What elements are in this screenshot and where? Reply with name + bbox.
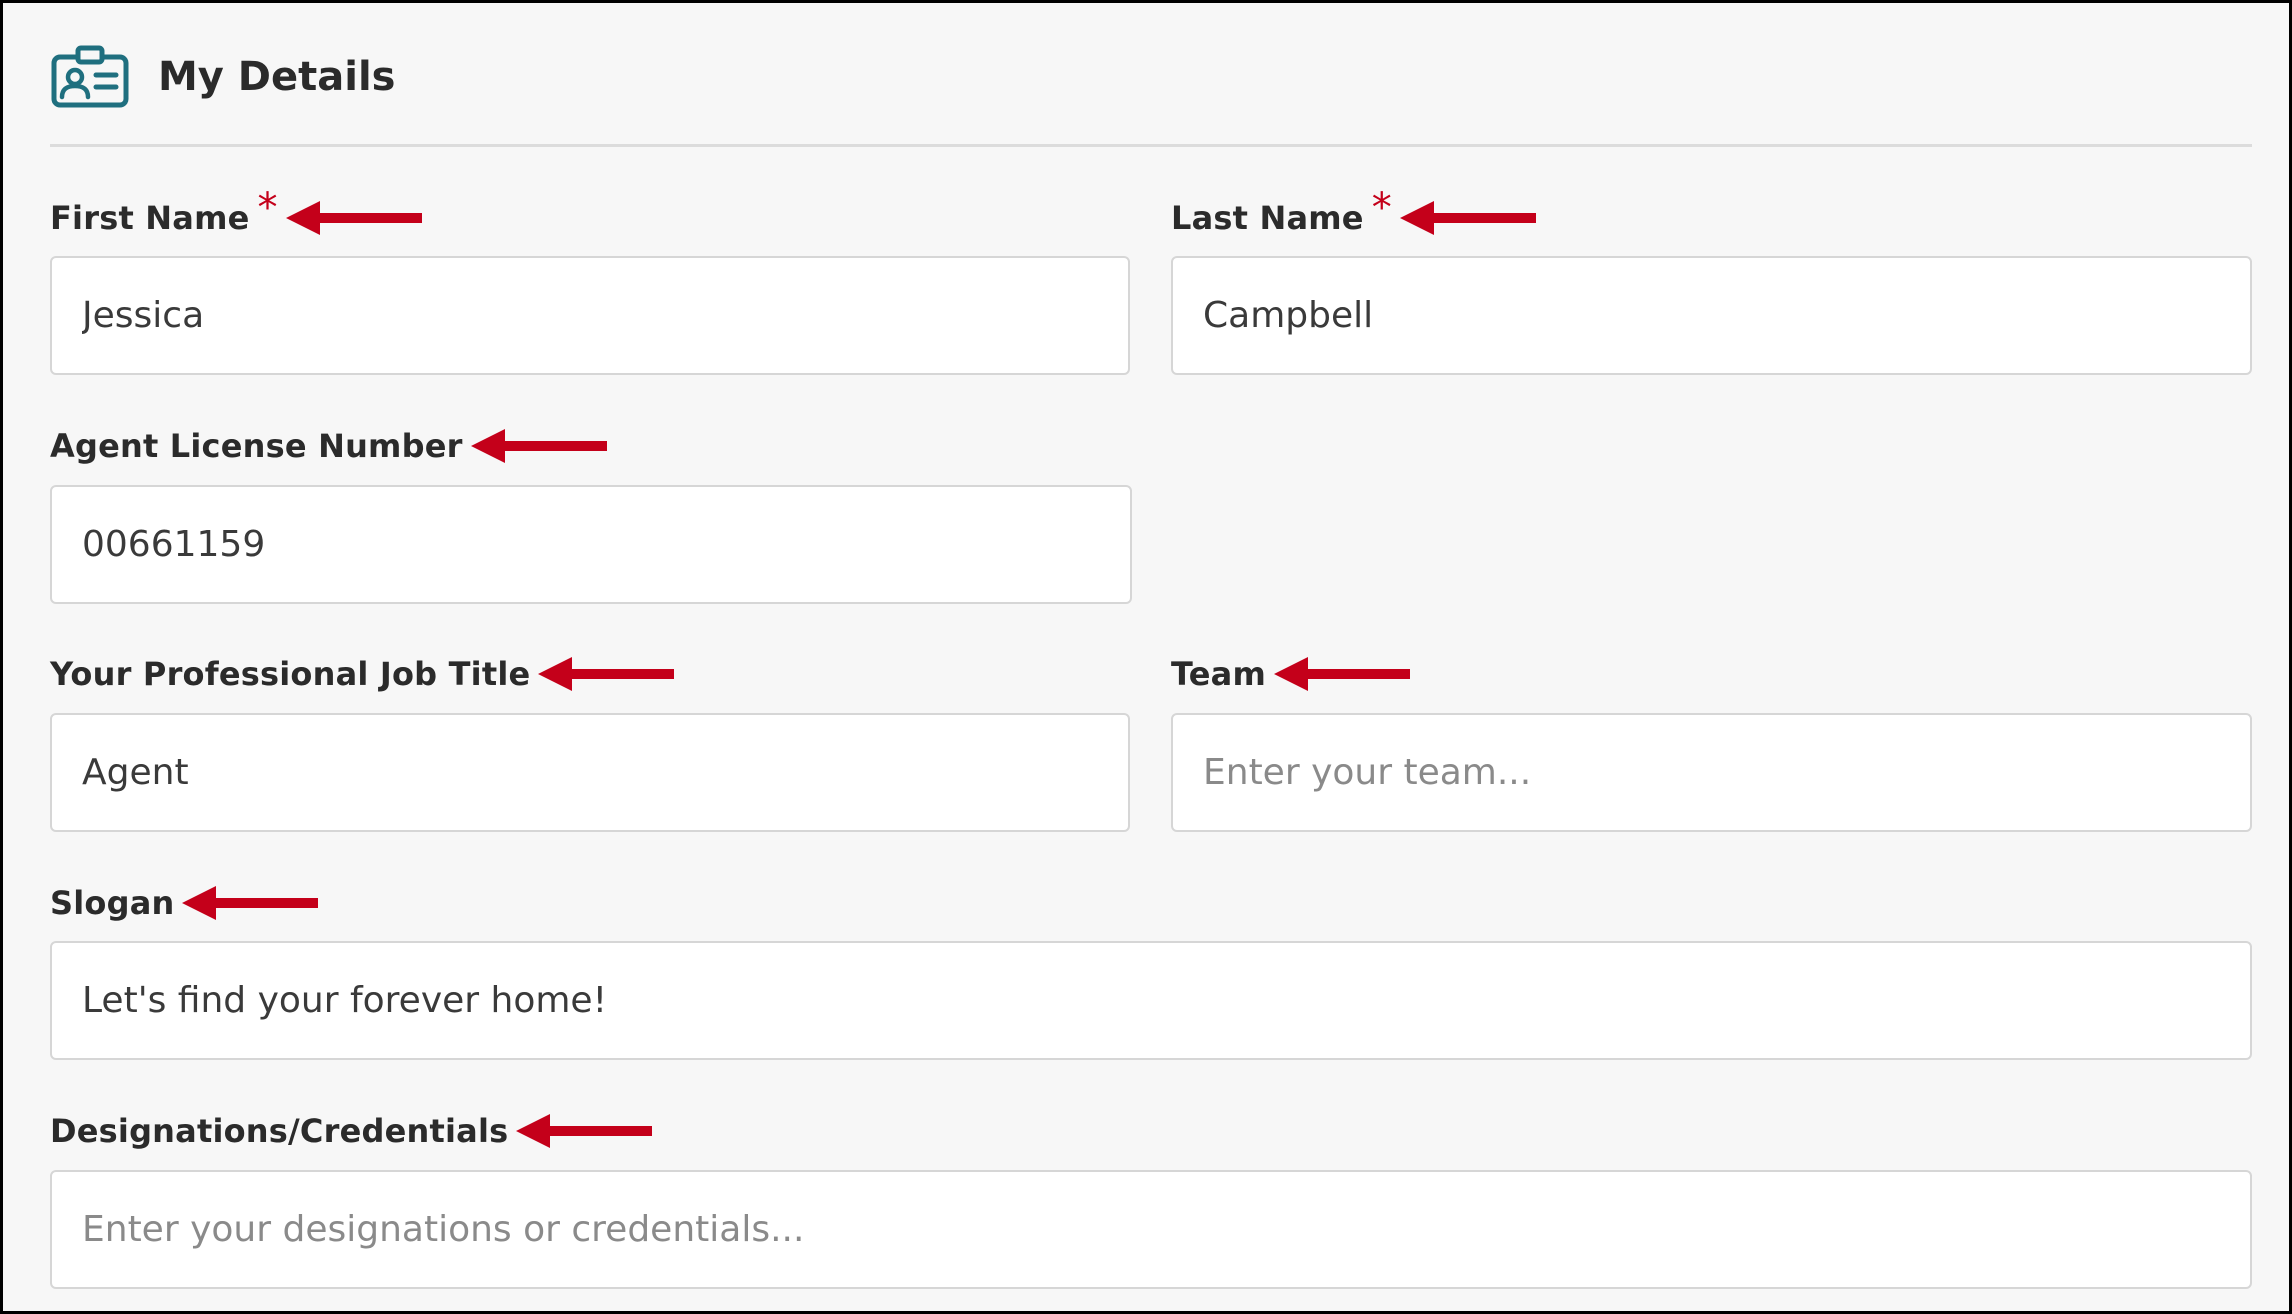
slogan-field[interactable] — [50, 941, 2252, 1060]
designations-field[interactable] — [50, 1170, 2252, 1289]
annotation-arrow-icon — [285, 201, 422, 235]
my-details-panel: My Details First Name * Last Name * Agen… — [0, 0, 2292, 1314]
page-title: My Details — [158, 54, 396, 100]
annotation-arrow-icon — [182, 886, 319, 920]
license-number-field[interactable] — [50, 485, 1132, 604]
last-name-field[interactable] — [1171, 256, 2252, 375]
team-field[interactable] — [1171, 713, 2252, 832]
license-number-input[interactable] — [82, 524, 1100, 565]
first-name-input[interactable] — [82, 295, 1098, 336]
first-name-label-row: First Name * — [50, 185, 422, 243]
designations-input[interactable] — [82, 1209, 2220, 1250]
required-asterisk: * — [1371, 185, 1392, 231]
annotation-arrow-icon — [538, 657, 675, 691]
id-badge-icon — [51, 45, 129, 108]
last-name-label-row: Last Name * — [1171, 185, 1536, 243]
designations-label: Designations/Credentials — [50, 1112, 509, 1150]
slogan-input[interactable] — [82, 980, 2220, 1021]
annotation-arrow-icon — [516, 1114, 653, 1148]
job-title-label: Your Professional Job Title — [50, 655, 531, 693]
first-name-label: First Name — [50, 199, 250, 237]
annotation-arrow-icon — [1274, 657, 1411, 691]
designations-label-row: Designations/Credentials — [50, 1106, 653, 1156]
license-label: Agent License Number — [50, 427, 463, 465]
last-name-input[interactable] — [1203, 295, 2220, 336]
header-divider — [50, 144, 2252, 147]
team-label-row: Team — [1171, 649, 1411, 699]
team-input[interactable] — [1203, 752, 2220, 793]
panel-header: My Details — [50, 43, 395, 111]
job-title-label-row: Your Professional Job Title — [50, 649, 675, 699]
annotation-arrow-icon — [1399, 201, 1536, 235]
last-name-label: Last Name — [1171, 199, 1364, 237]
license-label-row: Agent License Number — [50, 421, 607, 471]
required-asterisk: * — [257, 185, 278, 231]
job-title-field[interactable] — [50, 713, 1130, 832]
annotation-arrow-icon — [470, 429, 607, 463]
job-title-input[interactable] — [82, 752, 1098, 793]
slogan-label-row: Slogan — [50, 878, 319, 928]
first-name-field[interactable] — [50, 256, 1130, 375]
team-label: Team — [1171, 655, 1267, 693]
slogan-label: Slogan — [50, 884, 175, 922]
